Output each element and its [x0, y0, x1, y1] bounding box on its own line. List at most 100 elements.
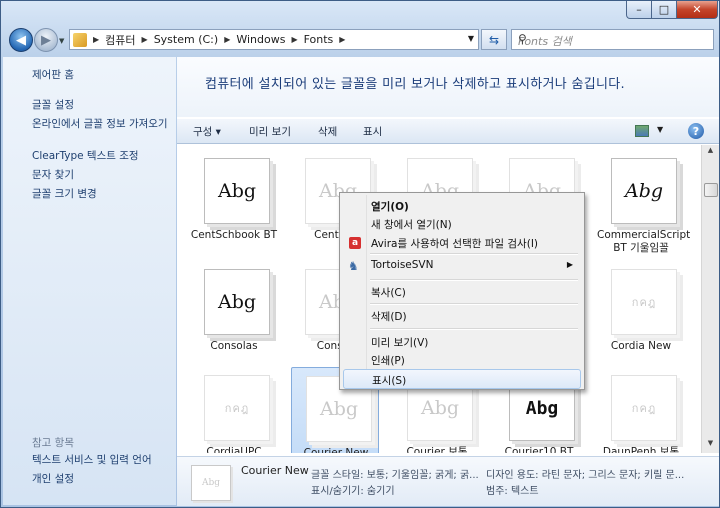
tortoisesvn-icon: ♞ [348, 259, 359, 273]
context-menu: 열기(O) 새 창에서 열기(N) a Avira를 사용하여 선택한 파일 검사(I… [339, 192, 585, 390]
breadcrumb-separator-icon[interactable]: ▶ [291, 35, 297, 44]
font-tile-label: CordiaUPC [206, 446, 262, 453]
breadcrumb-fonts[interactable]: Fonts [304, 33, 334, 46]
submenu-arrow-icon: ▶ [566, 260, 573, 269]
refresh-button[interactable]: ⇆ [481, 29, 507, 50]
see-also-header: 참고 항목 [32, 437, 74, 449]
font-tile-label: CommercialScript BT 기울임꼴 [597, 229, 691, 254]
font-tile[interactable]: กคฎ CordiaUPC [190, 367, 278, 453]
show-hide-info: 표시/숨기기: 숨기기 [311, 486, 395, 497]
navigation-bar: ◀ ▶ ▼ ▶ 컴퓨터 ▶ System (C:) ▶ Windows ▶ Fo… [1, 23, 720, 55]
context-menu-item[interactable]: 복사(C) [343, 282, 581, 302]
breadcrumb-separator-icon[interactable]: ▶ [224, 35, 230, 44]
font-sample-icon: Abg [204, 158, 270, 224]
context-menu-item[interactable]: 열기(O) [343, 196, 581, 216]
menu-separator [370, 279, 578, 281]
font-tile[interactable]: Abg CommercialScript BT 기울임꼴 [597, 150, 690, 254]
font-sample-icon: กคฎ [611, 375, 677, 441]
text-services-link[interactable]: 텍스트 서비스 및 입력 언어 [32, 454, 172, 467]
context-menu-item[interactable]: 삭제(D) [343, 306, 581, 326]
font-tile-label: Cordia New [610, 340, 672, 352]
context-menu-label: 표시(S) [372, 375, 407, 387]
font-tile[interactable]: กคฎ Cordia New [597, 261, 685, 361]
command-bar: 구성 ▾ 미리 보기 삭제 표시 ▼ ? [177, 119, 719, 144]
scroll-thumb[interactable] [704, 183, 718, 197]
forward-button[interactable]: ▶ [34, 28, 58, 52]
close-button[interactable]: ✕ [676, 1, 718, 19]
font-sample-icon: กคฎ [204, 375, 270, 441]
minimize-button[interactable]: – [626, 1, 652, 19]
font-settings-link[interactable]: 글꼴 설정 [32, 99, 172, 112]
context-menu-label: 삭제(D) [371, 311, 407, 323]
context-menu-item[interactable]: ♞ TortoiseSVN ▶ [343, 256, 581, 276]
breadcrumb-separator-icon[interactable]: ▶ [93, 35, 99, 44]
context-menu-label: Avira를 사용하여 선택한 파일 검사(I) [371, 238, 539, 250]
font-tile-label: Courier New [303, 447, 369, 453]
scroll-down-icon[interactable]: ▼ [704, 439, 717, 452]
help-icon[interactable]: ? [688, 123, 704, 139]
context-menu-item[interactable]: 새 창에서 열기(N) [343, 214, 581, 234]
delete-button[interactable]: 삭제 [318, 124, 337, 139]
find-character-link[interactable]: 문자 찾기 [32, 169, 172, 182]
context-menu-item[interactable]: 표시(S) [343, 369, 581, 389]
search-input[interactable]: Fonts 검색 ⚲ [511, 29, 714, 50]
context-menu-label: 미리 보기(V) [371, 337, 429, 349]
context-menu-label: 복사(C) [371, 287, 406, 299]
breadcrumb-separator-icon[interactable]: ▶ [339, 35, 345, 44]
search-icon[interactable]: ⚲ [518, 32, 709, 46]
vertical-scrollbar[interactable]: ▲ ▼ [701, 145, 719, 453]
design-usage-info: 디자인 용도: 라틴 문자; 그리스 문자; 키릴 문... [486, 470, 685, 481]
context-menu-item[interactable]: 미리 보기(V) [343, 332, 581, 352]
back-button[interactable]: ◀ [9, 28, 33, 52]
folder-icon [73, 32, 87, 47]
font-tile-label: Courier10 BT [504, 446, 574, 453]
organize-button[interactable]: 구성 ▾ [193, 124, 221, 139]
recent-pages-chevron-icon[interactable]: ▼ [59, 37, 64, 45]
cleartype-link[interactable]: ClearType 텍스트 조정 [32, 150, 172, 163]
scroll-up-icon[interactable]: ▲ [704, 146, 717, 159]
menu-separator [370, 253, 578, 255]
get-font-info-online-link[interactable]: 온라인에서 글꼴 정보 가져오기 [32, 118, 172, 131]
font-tile[interactable]: กคฎ DaunPenh 보통 [597, 367, 685, 453]
breadcrumb-separator-icon[interactable]: ▶ [142, 35, 148, 44]
context-menu-label: 새 창에서 열기(N) [371, 219, 452, 231]
address-dropdown-icon[interactable]: ▼ [468, 34, 474, 43]
personalization-link[interactable]: 개인 설정 [32, 473, 172, 486]
explorer-window: – □ ✕ ◀ ▶ ▼ ▶ 컴퓨터 ▶ System (C:) ▶ Window… [0, 0, 720, 508]
font-preview-icon: Abg [191, 465, 231, 501]
change-font-size-link[interactable]: 글꼴 크기 변경 [32, 188, 172, 201]
menu-separator [370, 328, 578, 330]
page-description: 컴퓨터에 설치되어 있는 글꼴을 미리 보거나 삭제하고 표시하거나 숨깁니다. [177, 57, 719, 117]
change-view-icon[interactable] [635, 125, 649, 137]
font-sample-icon: Abg [611, 158, 677, 224]
context-menu-item[interactable]: a Avira를 사용하여 선택한 파일 검사(I) [343, 233, 581, 253]
address-bar[interactable]: ▶ 컴퓨터 ▶ System (C:) ▶ Windows ▶ Fonts ▶ … [69, 29, 479, 50]
preview-button[interactable]: 미리 보기 [249, 124, 291, 139]
font-sample-icon: Abg [204, 269, 270, 335]
breadcrumb-computer[interactable]: 컴퓨터 [105, 32, 135, 48]
control-panel-home-link[interactable]: 제어판 홈 [32, 69, 172, 82]
font-tile-label: Courier 보통 [406, 446, 468, 453]
font-tile-label: CentSchbook BT [190, 229, 278, 241]
context-menu-label: 열기(O) [371, 201, 409, 213]
breadcrumb-windows[interactable]: Windows [236, 33, 285, 46]
menu-separator [370, 303, 578, 305]
context-menu-item[interactable]: 인쇄(P) [343, 350, 581, 370]
font-tile-label: Consolas [210, 340, 258, 352]
show-button[interactable]: 표시 [363, 124, 382, 139]
font-tile[interactable]: Abg CentSchbook BT [190, 150, 278, 250]
context-menu-label: 인쇄(P) [371, 355, 405, 367]
font-style-info: 글꼴 스타일: 보통; 기울임꼴; 굵게; 굵... [311, 470, 479, 481]
details-pane: Abg Courier New 글꼴 스타일: 보통; 기울임꼴; 굵게; 굵.… [177, 456, 719, 506]
task-pane: 제어판 홈 글꼴 설정 온라인에서 글꼴 정보 가져오기 ClearType 텍… [3, 57, 176, 505]
view-options-chevron-icon[interactable]: ▼ [657, 125, 663, 134]
avira-icon: a [349, 237, 361, 249]
font-tile[interactable]: Abg Consolas [190, 261, 278, 361]
breadcrumb-system-drive[interactable]: System (C:) [154, 33, 219, 46]
selected-font-name: Courier New [241, 464, 309, 477]
category-info: 범주: 텍스트 [486, 486, 539, 497]
maximize-button[interactable]: □ [651, 1, 677, 19]
font-sample-icon: กคฎ [611, 269, 677, 335]
context-menu-label: TortoiseSVN [371, 259, 434, 271]
font-tile-label: DaunPenh 보통 [602, 446, 680, 453]
